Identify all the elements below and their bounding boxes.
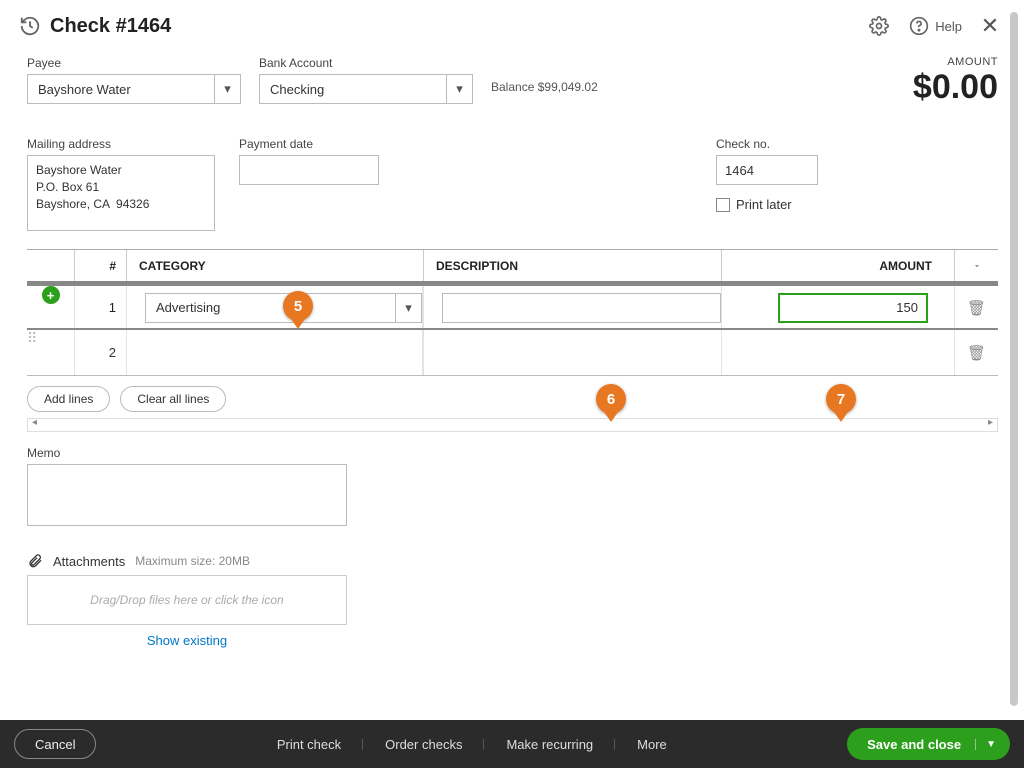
bank-account-label: Bank Account [259,56,473,70]
payment-date-label: Payment date [239,137,379,151]
page-title: Check #1464 [50,15,851,38]
chevron-down-icon[interactable]: ▼ [975,739,996,750]
attachments-label: Attachments [53,554,125,569]
amount-input[interactable] [778,293,928,323]
amount-value: $0.00 [913,68,998,107]
category-value: Advertising [146,300,395,315]
help-icon[interactable] [907,14,931,38]
col-header-amount: AMOUNT [721,250,954,281]
balance-value: $99,049.02 [538,80,598,94]
drag-handle-icon[interactable]: ⠿ [27,330,38,346]
table-row[interactable]: + 1 Advertising ▾ 🗑 [27,284,998,330]
mailing-address-input[interactable] [27,155,215,231]
balance-label: Balance [491,80,534,94]
payee-select[interactable]: Bayshore Water ▾ [27,74,241,104]
row-number: 2 [75,330,127,375]
payee-value: Bayshore Water [28,82,214,97]
description-input[interactable] [442,293,721,323]
save-label: Save and close [867,737,961,752]
add-row-icon[interactable]: + [42,286,60,304]
check-no-input[interactable] [716,155,818,185]
scrollbar-vertical[interactable] [1010,12,1018,706]
payment-date-input[interactable] [239,155,379,185]
col-header-num: # [75,250,127,281]
bank-account-value: Checking [260,82,446,97]
mailing-label: Mailing address [27,137,215,151]
table-row[interactable]: ⠿ 2 🗑 [27,330,998,376]
clear-all-lines-button[interactable]: Clear all lines [120,386,226,412]
amount-label: AMOUNT [913,56,998,68]
scrollbar-horizontal[interactable] [27,418,998,432]
save-and-close-button[interactable]: Save and close ▼ [847,728,1010,760]
make-recurring-link[interactable]: Make recurring [484,737,615,752]
close-icon[interactable]: ✕ [978,14,1002,38]
order-checks-link[interactable]: Order checks [363,737,484,752]
memo-label: Memo [27,446,1024,460]
memo-input[interactable] [27,464,347,526]
col-header-category: CATEGORY [127,250,423,281]
paperclip-icon[interactable] [27,553,43,569]
payee-label: Payee [27,56,241,70]
grid-header: # CATEGORY DESCRIPTION AMOUNT [27,250,998,284]
help-label[interactable]: Help [935,19,962,34]
bank-account-select[interactable]: Checking ▾ [259,74,473,104]
attachments-dropzone[interactable]: Drag/Drop files here or click the icon [27,575,347,625]
print-later-checkbox[interactable]: Print later [716,197,818,212]
row-number: 1 [75,286,127,329]
attachments-max: Maximum size: 20MB [135,554,250,568]
history-icon[interactable] [18,14,42,38]
footer-bar: Cancel Print check Order checks Make rec… [0,720,1024,768]
more-link[interactable]: More [615,737,689,752]
chevron-down-icon: ▾ [214,75,240,103]
check-no-label: Check no. [716,137,818,151]
dropzone-hint: Drag/Drop files here or click the icon [90,593,283,607]
gear-icon[interactable] [867,14,891,38]
trash-icon[interactable]: 🗑 [967,344,986,362]
chevron-down-icon: ▾ [395,294,421,322]
trash-icon[interactable]: 🗑 [967,299,986,317]
show-existing-link[interactable]: Show existing [147,633,227,648]
print-later-label: Print later [736,197,792,212]
balance-text: Balance $99,049.02 [491,80,598,94]
checkbox-icon [716,198,730,212]
chevron-down-icon: ▾ [446,75,472,103]
print-check-link[interactable]: Print check [255,737,363,752]
col-header-delete [954,250,998,281]
col-header-description: DESCRIPTION [423,250,721,281]
category-select[interactable]: Advertising ▾ [145,293,422,323]
add-lines-button[interactable]: Add lines [27,386,110,412]
cancel-button[interactable]: Cancel [14,729,96,759]
